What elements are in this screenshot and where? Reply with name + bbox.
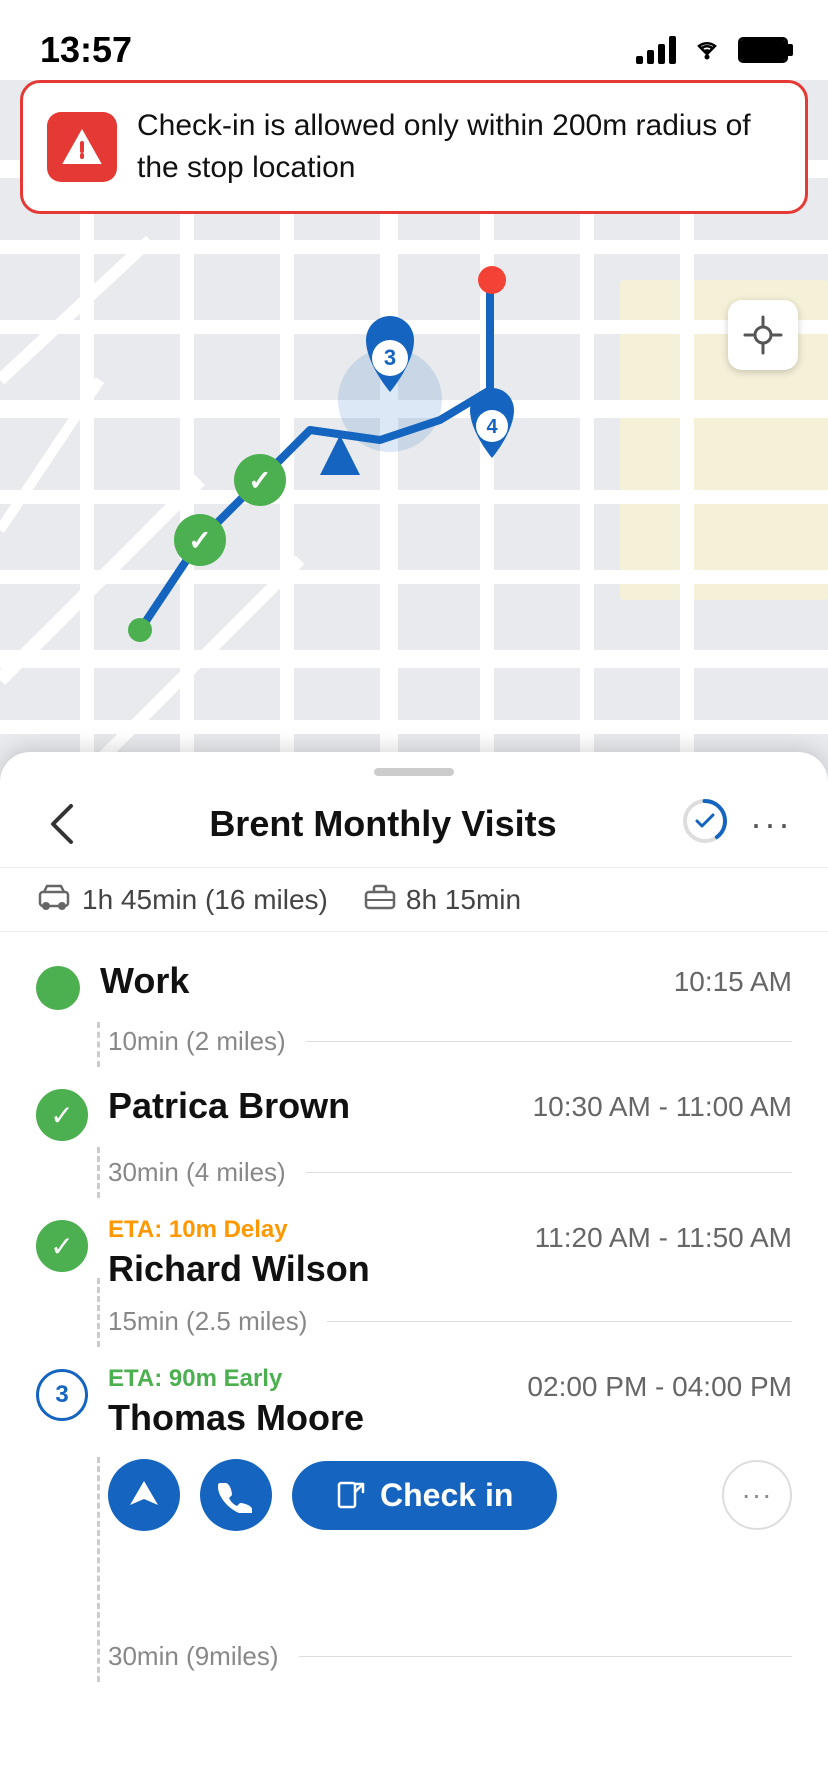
wifi-icon [690,32,724,68]
dashed-line-4 [97,1457,100,1682]
stop-row-4: 3 ETA: 90m Early Thomas Moore 02:00 PM -… [36,1365,792,1439]
call-button[interactable] [200,1459,272,1531]
distance-line-4 [299,1656,793,1657]
stop-marker-patrica: ✓ [36,1089,88,1141]
distance-3: 15min (2.5 miles) [108,1306,307,1337]
stop-left-4: 3 ETA: 90m Early Thomas Moore [36,1365,527,1439]
stop-time-work: 10:15 AM [674,966,792,998]
distance-row-1: 10min (2 miles) [36,1010,792,1057]
check-in-button[interactable]: Check in [292,1461,557,1530]
stop-name-patrica: Patrica Brown [108,1085,350,1126]
route-title: Brent Monthly Visits [209,803,556,845]
stop-row-2: ✓ Patrica Brown 10:30 AM - 11:00 AM [36,1085,792,1141]
stop-item-patrica: ✓ Patrica Brown 10:30 AM - 11:00 AM 30mi… [36,1057,792,1188]
distance-2: 30min (4 miles) [108,1157,286,1188]
status-time: 13:57 [40,29,132,71]
svg-text:✓: ✓ [248,465,271,496]
svg-text:✓: ✓ [188,525,211,556]
stop-left-2: ✓ Patrica Brown [36,1085,533,1141]
distance-4: 30min (9miles) [108,1641,279,1672]
checkmark-icon-patrica: ✓ [50,1099,73,1132]
status-bar: 13:57 [0,0,828,80]
stop-name-thomas: Thomas Moore [108,1397,364,1438]
stop-info-richard: ETA: 10m Delay Richard Wilson [108,1216,535,1290]
signal-icon [636,36,676,64]
battery-icon [738,37,788,63]
drive-stat: 1h 45min (16 miles) [36,882,328,917]
stop-info-thomas: ETA: 90m Early Thomas Moore [108,1365,527,1439]
stop-info-patrica: Patrica Brown [108,1085,533,1127]
drive-time: 1h 45min (16 miles) [82,884,328,916]
stop-time-patrica: 10:30 AM - 11:00 AM [533,1091,792,1123]
distance-line-2 [306,1172,792,1173]
sheet-header: Brent Monthly Visits ··· [0,776,828,868]
stop-number-thomas: 3 [55,1381,68,1409]
stop-name-work: Work [100,960,189,1001]
distance-row-2: 30min (4 miles) [36,1141,792,1188]
distance-row-4: 30min (9miles) [36,1541,792,1672]
stop-list: Work 10:15 AM 10min (2 miles) ✓ Patric [0,932,828,1792]
check-in-label: Check in [380,1477,513,1514]
stop-item-work: Work 10:15 AM 10min (2 miles) [36,932,792,1057]
distance-1: 10min (2 miles) [108,1026,286,1057]
stop-name-richard: Richard Wilson [108,1248,370,1289]
eta-label-thomas: ETA: 90m Early [108,1365,527,1393]
checkmark-icon-richard: ✓ [50,1230,73,1263]
back-button[interactable] [36,799,86,849]
car-icon [36,882,72,917]
distance-line-3 [327,1321,792,1322]
briefcase-icon [364,882,396,917]
stop-marker-richard: ✓ [36,1220,88,1272]
location-button[interactable] [728,300,798,370]
distance-line-1 [306,1041,792,1042]
progress-circle-button[interactable] [680,796,730,851]
stats-row: 1h 45min (16 miles) 8h 15min [0,868,828,932]
stop-marker-thomas: 3 [36,1369,88,1421]
work-stat: 8h 15min [364,882,521,917]
stop-more-button[interactable]: ··· [722,1460,792,1530]
stop-left: Work [36,960,674,1010]
alert-icon [47,112,117,182]
stop-time-thomas: 02:00 PM - 04:00 PM [527,1371,792,1403]
stop-row: Work 10:15 AM [36,960,792,1010]
eta-label-richard: ETA: 10m Delay [108,1216,535,1244]
status-icons [636,32,788,68]
bottom-sheet: Brent Monthly Visits ··· [0,752,828,1792]
alert-message: Check-in is allowed only within 200m rad… [137,105,781,189]
svg-text:3: 3 [384,345,396,370]
work-time: 8h 15min [406,884,521,916]
stop-marker-work [36,966,80,1010]
stop-left-3: ✓ ETA: 10m Delay Richard Wilson [36,1216,535,1290]
sheet-handle [374,768,454,776]
navigate-button[interactable] [108,1459,180,1531]
alert-banner: Check-in is allowed only within 200m rad… [20,80,808,214]
svg-text:4: 4 [486,416,498,438]
stop-item-thomas: 3 ETA: 90m Early Thomas Moore 02:00 PM -… [36,1337,792,1672]
distance-row-3: 15min (2.5 miles) [36,1290,792,1337]
header-actions: ··· [680,796,792,851]
action-row-thomas: Check in ··· [36,1439,792,1541]
more-options-button[interactable]: ··· [750,806,792,842]
stop-info-work: Work [100,960,674,1002]
stop-row-3: ✓ ETA: 10m Delay Richard Wilson 11:20 AM… [36,1216,792,1290]
stop-time-richard: 11:20 AM - 11:50 AM [535,1222,792,1254]
stop-item-richard: ✓ ETA: 10m Delay Richard Wilson 11:20 AM… [36,1188,792,1337]
